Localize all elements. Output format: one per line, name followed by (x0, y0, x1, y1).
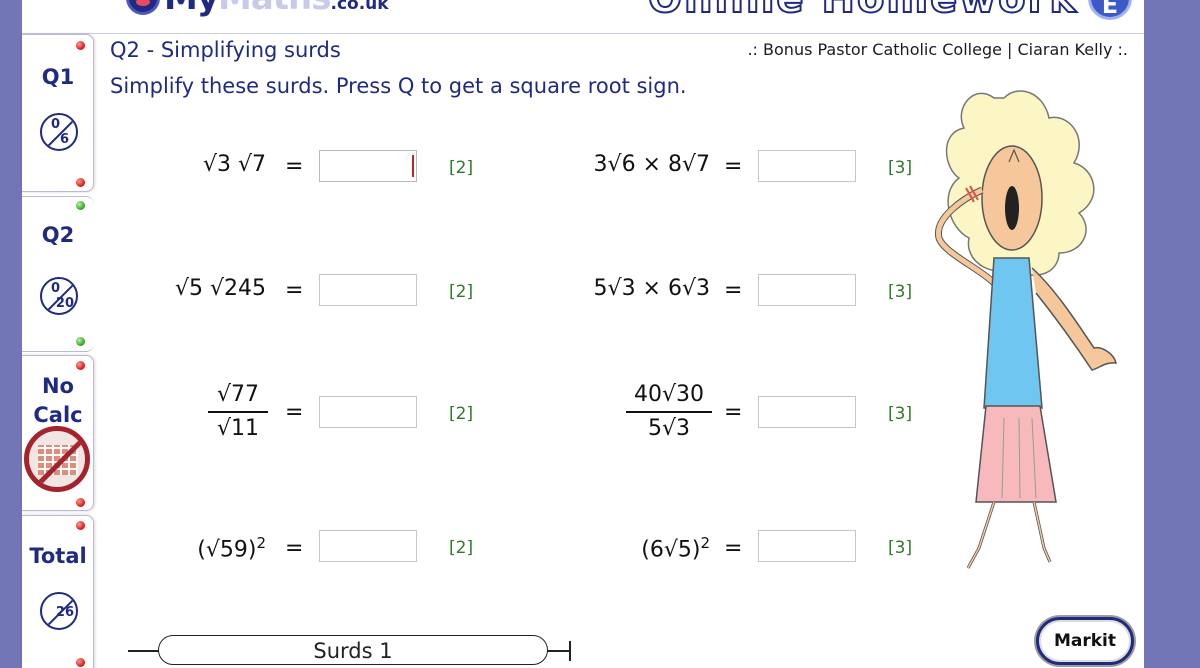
marks-label: [2] (449, 538, 474, 558)
marks-label: [2] (449, 158, 474, 178)
logo-text-tld: .co.uk (330, 0, 389, 14)
fraction-numerator: √77 (216, 382, 259, 407)
online-homework-banner: Online Homework (647, 0, 1078, 23)
instructions: Simplify these surds. Press Q to get a s… (110, 74, 687, 98)
answer-input-3[interactable] (319, 274, 417, 306)
cartoon-character (935, 90, 1117, 569)
fraction-denominator: 5√3 (647, 415, 690, 441)
status-dot-red (76, 41, 85, 50)
header: My Maths .co.uk Online Homework E (22, 0, 1144, 34)
answer-input-7[interactable] (319, 530, 417, 562)
marks-label: [2] (449, 404, 474, 424)
fraction-bar (208, 411, 268, 413)
exercise-name-pill[interactable]: Surds 1 (158, 635, 548, 665)
equals-sign: = (285, 536, 304, 561)
answer-input-5[interactable] (319, 396, 417, 428)
score-total: 20 (55, 296, 74, 311)
school-user-label: .: Bonus Pastor Catholic College | Ciara… (747, 40, 1128, 59)
answer-input-8[interactable] (758, 530, 856, 562)
globe-icon (126, 0, 160, 15)
status-dot-red (76, 498, 85, 507)
sidebar-item-total[interactable]: Total 26 (22, 515, 94, 668)
marks-label: [3] (888, 158, 913, 178)
fraction-bar (626, 411, 712, 413)
logo-text-my: My (164, 0, 219, 18)
marks-label: [3] (888, 404, 913, 424)
status-dot-red (76, 361, 85, 370)
sidebar-item-label: Q2 (41, 223, 75, 247)
score-total: 6 (59, 132, 69, 147)
score-circle: 0 6 (40, 113, 78, 151)
fraction-denominator: √11 (216, 415, 259, 441)
sidebar-item-label: No Calc (33, 374, 83, 427)
mymaths-logo[interactable]: My Maths .co.uk (126, 0, 389, 18)
fraction-numerator: 40√30 (633, 382, 704, 407)
problem-expression: 3√6 × 8√7 (593, 152, 710, 177)
score-circle: 26 (40, 592, 78, 630)
expression-base: (√59) (197, 537, 257, 563)
problem-expression: (√59)2 (150, 534, 266, 562)
problem-expression: 5√3 × 6√3 (593, 276, 710, 301)
score-value: 26 (55, 605, 74, 620)
sidebar-item-label: Q1 (41, 65, 75, 89)
marks-label: [3] (888, 282, 913, 302)
question-title: Q2 - Simplifying surds (110, 38, 341, 62)
problem-fraction: 40√30 5√3 (626, 380, 712, 444)
answer-input-1[interactable] (319, 150, 417, 182)
equals-sign: = (285, 154, 304, 179)
problem-expression: √5 √245 (174, 276, 266, 301)
sidebar-item-label: Total (29, 544, 87, 568)
status-dot-green (76, 201, 85, 210)
no-calculator-icon (24, 426, 90, 492)
marks-label: [2] (449, 282, 474, 302)
problem-expression: (6√5)2 (590, 534, 710, 562)
score-value: 0 (51, 117, 61, 132)
logo-text-maths: Maths (218, 0, 331, 18)
sidebar-item-q1[interactable]: Q1 0 6 (22, 34, 94, 192)
status-dot-red (76, 658, 85, 667)
equals-sign: = (724, 536, 743, 561)
equals-sign: = (724, 400, 743, 425)
status-dot-red (76, 178, 85, 187)
answer-input-4[interactable] (758, 274, 856, 306)
status-dot-green (76, 337, 85, 346)
score-value: 0 (51, 281, 61, 296)
text-caret (412, 155, 414, 177)
expression-base: (6√5) (641, 537, 701, 563)
progress-end-marker (569, 641, 571, 661)
homework-badge: E (1088, 0, 1132, 20)
expression-exponent: 2 (700, 534, 710, 552)
problem-fraction: √77 √11 (208, 380, 268, 444)
equals-sign: = (724, 154, 743, 179)
markit-button[interactable]: Markit (1036, 617, 1134, 665)
equals-sign: = (285, 400, 304, 425)
equals-sign: = (285, 278, 304, 303)
equals-sign: = (724, 278, 743, 303)
expression-exponent: 2 (256, 534, 266, 552)
answer-input-6[interactable] (758, 396, 856, 428)
sidebar-item-q2[interactable]: Q2 0 20 (22, 196, 94, 352)
answer-input-2[interactable] (758, 150, 856, 182)
marks-label: [3] (888, 538, 913, 558)
status-dot-red (76, 521, 85, 530)
score-circle: 0 20 (40, 277, 78, 315)
problem-expression: √3 √7 (202, 152, 266, 177)
